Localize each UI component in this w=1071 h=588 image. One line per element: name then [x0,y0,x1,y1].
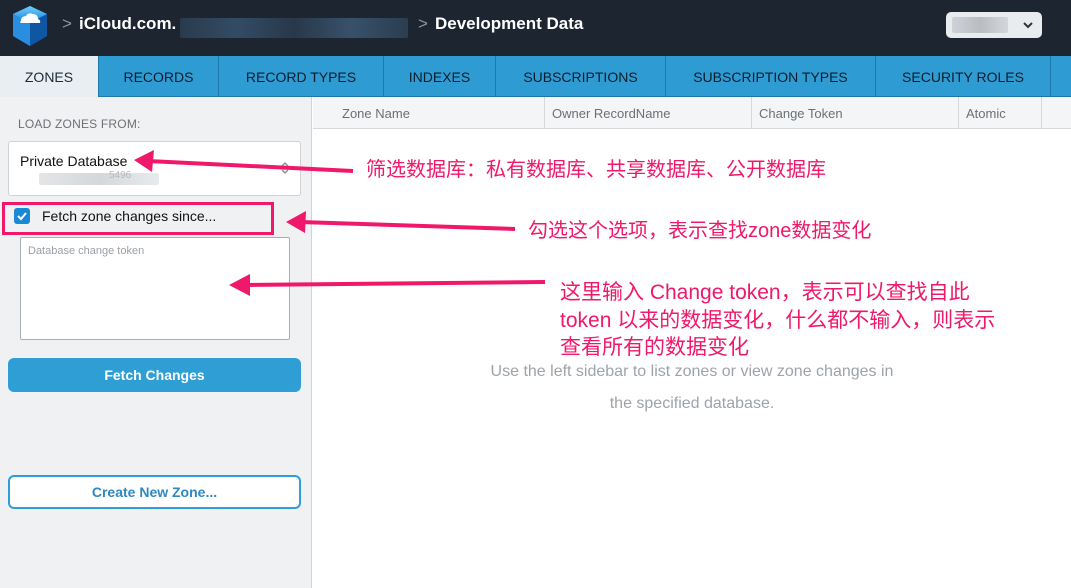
cloudkit-dashboard: > iCloud.com. > Development Data ZONES R… [0,0,1071,588]
breadcrumb-container[interactable]: iCloud.com. [79,14,176,34]
redacted-account-name [952,17,1008,33]
icloud-cloud-icon[interactable] [9,4,51,48]
database-sub-value: 5496 [109,170,132,181]
annotation-token-note: token 以来的数据变化，什么都不输入，则表示 [560,309,996,332]
title-bar: > iCloud.com. > Development Data [0,0,1071,56]
breadcrumb-separator: > [418,14,428,33]
chevron-down-icon [1023,22,1033,29]
tab-indexes[interactable]: INDEXES [384,56,496,97]
fetch-changes-button[interactable]: Fetch Changes [8,358,301,392]
tab-records[interactable]: RECORDS [99,56,219,97]
breadcrumb-separator: > [62,14,72,33]
annotation-token-note: 这里输入 Change token，表示可以查找自此 [560,281,970,304]
empty-state-message: Use the left sidebar to list zones or vi… [440,356,944,420]
column-change-token[interactable]: Change Token [752,97,959,129]
column-atomic[interactable]: Atomic [959,97,1042,129]
breadcrumb-environment[interactable]: Development Data [435,14,583,34]
annotation-highlight-box [2,202,274,235]
annotation-database-filter: 筛选数据库：私有数据库、共享数据库、公开数据库 [366,159,826,181]
column-owner-record-name[interactable]: Owner RecordName [545,97,752,129]
load-zones-label: LOAD ZONES FROM: [18,117,141,131]
database-select[interactable]: Private Database 5496 [8,141,301,196]
empty-state-line: the specified database. [609,395,775,412]
annotation-checkbox-note: 勾选这个选项，表示查找zone数据变化 [528,220,872,242]
tab-subscriptions[interactable]: SUBSCRIPTIONS [496,56,666,97]
account-menu[interactable] [946,12,1042,38]
column-zone-name[interactable]: Zone Name [313,97,545,129]
database-select-value: Private Database [20,153,128,169]
select-arrows-icon [281,162,289,174]
tab-bar: ZONES RECORDS RECORD TYPES INDEXES SUBSC… [0,56,1071,97]
redacted-database-id [39,173,159,185]
zones-table-header: Zone Name Owner RecordName Change Token … [313,97,1071,129]
tab-security-roles[interactable]: SECURITY ROLES [876,56,1051,97]
tab-subscription-types[interactable]: SUBSCRIPTION TYPES [666,56,876,97]
annotation-token-note: 查看所有的数据变化 [560,336,749,359]
zones-sidebar: LOAD ZONES FROM: Private Database 5496 F… [0,97,312,588]
tab-record-types[interactable]: RECORD TYPES [219,56,384,97]
redacted-container-name [180,18,408,38]
tab-zones[interactable]: ZONES [0,56,99,97]
database-change-token-field[interactable] [20,237,290,340]
create-new-zone-button[interactable]: Create New Zone... [8,475,301,509]
